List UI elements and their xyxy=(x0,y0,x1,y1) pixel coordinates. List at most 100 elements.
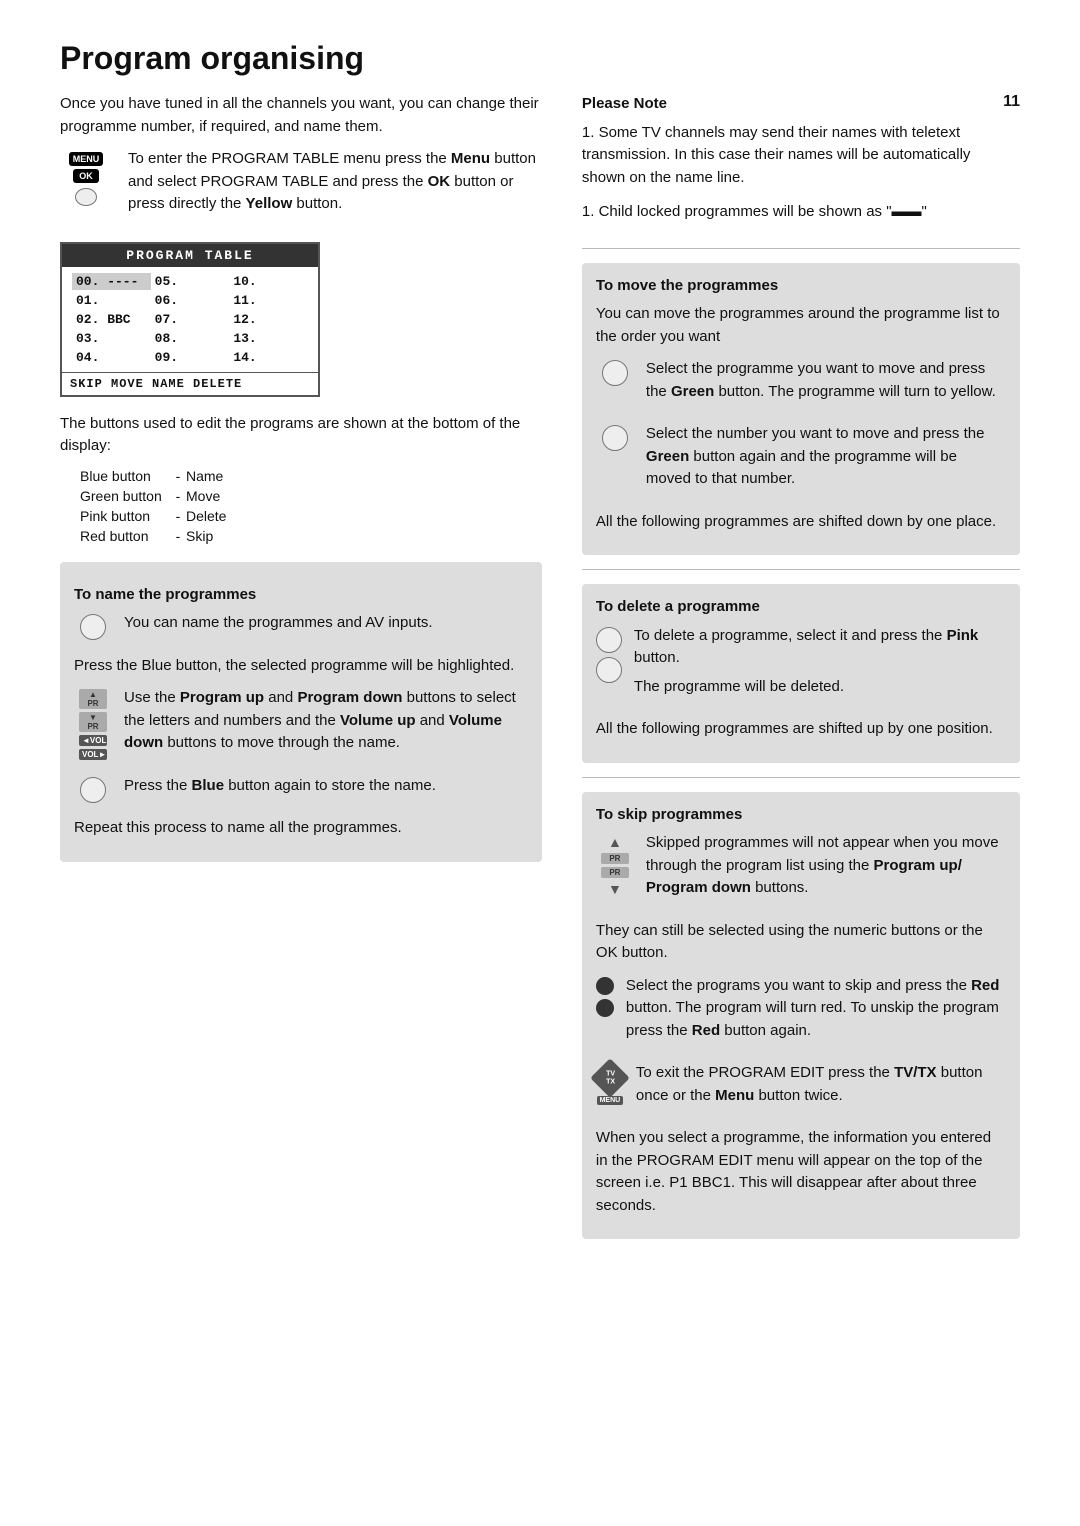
name-programmes-section: To name the programmes You can name the … xyxy=(60,562,542,862)
name-para1: You can name the programmes and AV input… xyxy=(124,612,433,635)
program-table: PROGRAM TABLE 00. ---- 05. 10. 01. 06. 1… xyxy=(60,242,320,397)
menu-remote-icon: MENU OK xyxy=(60,148,112,208)
skip-step1-text: Select the programs you want to skip and… xyxy=(626,975,1006,1043)
delete-text-block: To delete a programme, select it and pre… xyxy=(634,625,1006,709)
skip-pr-dn: PR xyxy=(601,867,629,878)
pt-cell-01: 01. xyxy=(72,292,151,309)
pt-cell-14: 14. xyxy=(229,349,308,366)
menu-instruction-block: MENU OK To enter the PROGRAM TABLE menu … xyxy=(60,148,542,226)
delete-step1-text: To delete a programme, select it and pre… xyxy=(634,625,1006,670)
name-programmes-heading: To name the programmes xyxy=(74,584,528,607)
divider-2 xyxy=(582,569,1020,570)
delete-step2-text: The programme will be deleted. xyxy=(634,676,1006,699)
pt-cell-06: 06. xyxy=(151,292,230,309)
skip-pr-up: PR xyxy=(601,853,629,864)
please-note-block: Please Note 1. Some TV channels may send… xyxy=(582,93,989,234)
name-step2-block: ▲ PR ▼ PR ◄VOL VOL► Use the Program up a… xyxy=(74,687,528,765)
divider-3 xyxy=(582,777,1020,778)
pt-cell-13: 13. xyxy=(229,330,308,347)
circle-delete-1 xyxy=(596,627,622,653)
move-step2-text: Select the number you want to move and p… xyxy=(646,423,1006,491)
skip-step1-block: Select the programs you want to skip and… xyxy=(596,975,1006,1053)
ok-badge: OK xyxy=(73,169,99,183)
red-button-action: Skip xyxy=(186,528,266,544)
exit-block: TVTX MENU To exit the PROGRAM EDIT press… xyxy=(596,1062,1006,1117)
button-list-intro: The buttons used to edit the programs ar… xyxy=(60,413,542,458)
intro-text: Once you have tuned in all the channels … xyxy=(60,93,542,138)
name-step1-block: You can name the programmes and AV input… xyxy=(74,612,528,645)
program-table-footer: SKIP MOVE NAME DELETE xyxy=(62,373,318,395)
pt-cell-02: 02. BBC xyxy=(72,311,151,328)
pink-button-label: Pink button xyxy=(80,508,170,524)
page-title: Program organising xyxy=(60,40,1020,77)
pt-cell-03: 03. xyxy=(72,330,151,347)
tv-tx-icons: TVTX MENU xyxy=(596,1064,624,1105)
button-list: Blue button - Name Green button - Move P… xyxy=(80,468,542,544)
dash-2: - xyxy=(170,508,186,524)
circle-move-icon-1 xyxy=(602,360,628,386)
program-table-header: PROGRAM TABLE xyxy=(62,244,318,267)
skip-block1: ▲ PR PR ▼ Skipped programmes will not ap… xyxy=(596,832,1006,910)
move-para3: All the following programmes are shifted… xyxy=(596,511,1006,534)
skip-para1: Skipped programmes will not appear when … xyxy=(646,832,1006,900)
green-button-label: Green button xyxy=(80,488,170,504)
skip-programmes-section: To skip programmes ▲ PR PR ▼ Skipped pro… xyxy=(582,792,1020,1240)
blue-button-label: Blue button xyxy=(80,468,170,484)
pt-cell-05: 05. xyxy=(151,273,230,290)
pt-cell-12: 12. xyxy=(229,311,308,328)
circle-move-icon-2 xyxy=(602,425,628,451)
menu-instruction-text: To enter the PROGRAM TABLE menu press th… xyxy=(128,148,542,216)
pt-cell-00: 00. ---- xyxy=(72,273,151,290)
blue-button-action: Name xyxy=(186,468,266,484)
dash-3: - xyxy=(170,528,186,544)
program-table-body: 00. ---- 05. 10. 01. 06. 11. 02. BBC 07.… xyxy=(62,267,318,373)
delete-programme-section: To delete a programme To delete a progra… xyxy=(582,584,1020,763)
circle-button-icon xyxy=(75,188,97,206)
filled-circle-1 xyxy=(596,977,614,995)
left-column: Once you have tuned in all the channels … xyxy=(60,93,542,1253)
skip-para2: They can still be selected using the num… xyxy=(596,920,1006,965)
move-step1-block: Select the programme you want to move an… xyxy=(596,358,1006,413)
tv-tx-icon: TVTX xyxy=(590,1058,630,1098)
circle-large-2 xyxy=(80,777,106,803)
pt-cell-11: 11. xyxy=(229,292,308,309)
please-note-heading: Please Note xyxy=(582,93,989,116)
pr-dn-arrow: ▼ xyxy=(608,881,622,897)
dash-1: - xyxy=(170,488,186,504)
pt-cell-04: 04. xyxy=(72,349,151,366)
move-step1-text: Select the programme you want to move an… xyxy=(646,358,1006,403)
move-intro: You can move the programmes around the p… xyxy=(596,303,1006,348)
please-note-item2: 1. Child locked programmes will be shown… xyxy=(582,201,989,224)
delete-icons xyxy=(596,627,622,683)
divider-1 xyxy=(582,248,1020,249)
move-programmes-section: To move the programmes You can move the … xyxy=(582,263,1020,556)
pr-up-arrow: ▲ xyxy=(608,834,622,850)
circle-icon-2 xyxy=(74,777,112,803)
pt-cell-08: 08. xyxy=(151,330,230,347)
vol-right-badge: VOL► xyxy=(79,749,107,760)
circle-move-2 xyxy=(596,425,634,451)
vol-left-badge: ◄VOL xyxy=(79,735,107,746)
red-button-label: Red button xyxy=(80,528,170,544)
circle-icon-1 xyxy=(74,614,112,640)
circle-large xyxy=(80,614,106,640)
circle-move-1 xyxy=(596,360,634,386)
pink-button-action: Delete xyxy=(186,508,266,524)
pr-vol-icon: ▲ PR ▼ PR ◄VOL VOL► xyxy=(74,689,112,760)
pr-down-badge: ▼ PR xyxy=(79,712,107,732)
final-text: When you select a programme, the informa… xyxy=(596,1127,1006,1217)
page-number: 11 xyxy=(1003,93,1020,111)
pr-up-badge: ▲ PR xyxy=(79,689,107,709)
exit-text: To exit the PROGRAM EDIT press the TV/TX… xyxy=(636,1062,1006,1107)
green-button-action: Move xyxy=(186,488,266,504)
delete-heading: To delete a programme xyxy=(596,596,1006,619)
pt-cell-10: 10. xyxy=(229,273,308,290)
delete-step1-block: To delete a programme, select it and pre… xyxy=(596,625,1006,709)
dash-0: - xyxy=(170,468,186,484)
move-programmes-heading: To move the programmes xyxy=(596,275,1006,298)
circle-delete-2 xyxy=(596,657,622,683)
right-column: Please Note 1. Some TV channels may send… xyxy=(582,93,1020,1253)
menu-badge: MENU xyxy=(69,152,104,166)
skip-filled-icons xyxy=(596,977,614,1017)
skip-heading: To skip programmes xyxy=(596,804,1006,827)
